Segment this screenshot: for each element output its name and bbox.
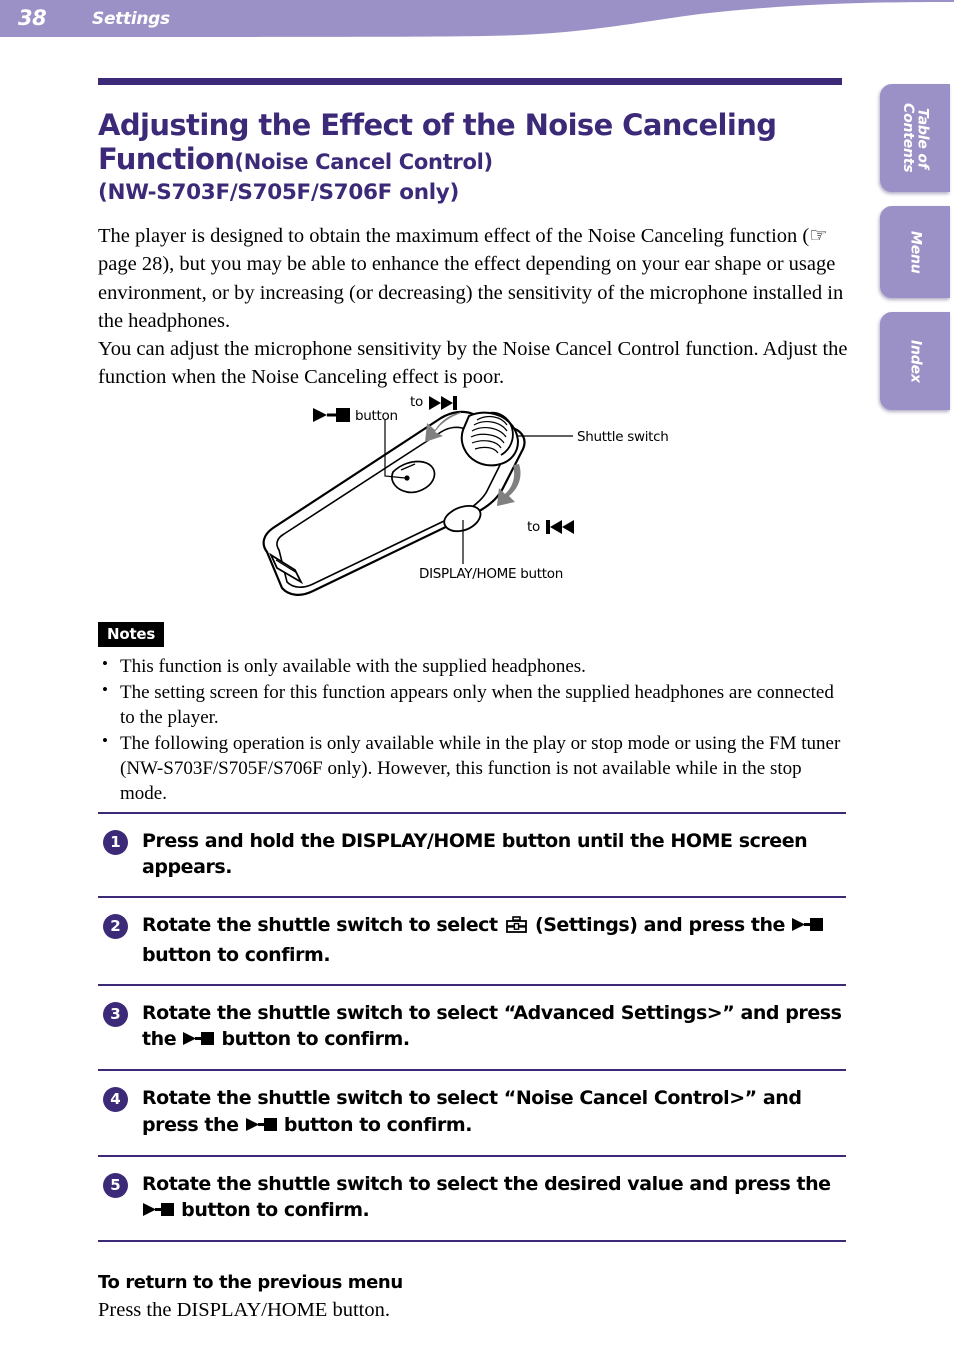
return-body: Press the DISPLAY/HOME button. xyxy=(98,1299,390,1321)
step-text: Rotate the shuttle switch to select “Noi… xyxy=(142,1085,846,1138)
step-text-part: button to confirm. xyxy=(181,1198,370,1221)
figure-label-shuttle-switch: Shuttle switch xyxy=(577,429,669,445)
intro-paragraph-1: The player is designed to obtain the max… xyxy=(98,225,844,332)
play-stop-button-icon xyxy=(183,1027,215,1053)
side-tab-navigation: Table of Contents Menu Index xyxy=(880,84,954,424)
step-number-badge: 1 xyxy=(103,830,128,855)
play-stop-button-icon xyxy=(143,1198,174,1224)
figure-label-to-text: to xyxy=(410,394,423,410)
page-title-line1: Adjusting the Effect of the Noise Cancel… xyxy=(98,108,777,143)
play-stop-button-icon xyxy=(245,1113,277,1139)
notes-badge: Notes xyxy=(98,622,165,647)
settings-toolbox-icon xyxy=(505,915,527,941)
step-row: 2 Rotate the shuttle switch to select (S… xyxy=(98,896,846,983)
side-tab-label: Table of Contents xyxy=(900,103,931,173)
step-text-part: Rotate the shuttle switch to select the … xyxy=(142,1172,831,1195)
step-row: 4 Rotate the shuttle switch to select “N… xyxy=(98,1069,846,1154)
step-row: 3 Rotate the shuttle switch to select “A… xyxy=(98,983,846,1069)
figure-label-play-stop-button: button xyxy=(313,408,398,424)
figure-label-to-text: to xyxy=(527,519,540,535)
step-row: 5 Rotate the shuttle switch to select th… xyxy=(98,1154,846,1243)
step-text: Press and hold the DISPLAY/HOME button u… xyxy=(142,828,846,880)
step-number-badge: 2 xyxy=(103,914,128,940)
step-number-badge: 5 xyxy=(103,1172,128,1198)
play-stop-button-icon xyxy=(792,913,824,939)
note-item: The setting screen for this function app… xyxy=(98,679,850,730)
side-tab-label: Index xyxy=(907,339,924,383)
step-row: 1 Press and hold the DISPLAY/HOME button… xyxy=(98,812,846,896)
step-text-part: button to confirm. xyxy=(142,943,331,966)
title-rule-divider xyxy=(98,78,842,85)
figure-label-to-rewind: to xyxy=(527,519,574,535)
section-title: Settings xyxy=(92,9,170,29)
step-text-part: (Settings) and press the xyxy=(534,914,785,937)
numbered-steps: 1 Press and hold the DISPLAY/HOME button… xyxy=(98,812,846,1243)
page-title-model: (NW-S703F/S705F/S706F only) xyxy=(98,180,460,206)
figure-label-to-forward: to xyxy=(410,394,457,410)
page-title-line2-main: Function xyxy=(98,142,235,177)
device-diagram: button to to Shuttle switch DISPLAY/HOME… xyxy=(255,392,705,617)
intro-text: The player is designed to obtain the max… xyxy=(98,222,850,392)
page-title-line2-sub: (Noise Cancel Control) xyxy=(234,150,493,175)
page-header: 38 Settings xyxy=(0,0,954,48)
side-tab-table-of-contents[interactable]: Table of Contents xyxy=(880,84,950,192)
step-number-badge: 4 xyxy=(103,1087,128,1113)
step-text: Rotate the shuttle switch to select (Set… xyxy=(142,912,846,967)
intro-paragraph-2: You can adjust the microphone sensitivit… xyxy=(98,338,848,389)
figure-label-display-home-button: DISPLAY/HOME button xyxy=(419,566,563,582)
side-tab-index[interactable]: Index xyxy=(880,312,950,410)
step-text: Rotate the shuttle switch to select “Adv… xyxy=(142,1000,846,1053)
step-text-part: button to confirm. xyxy=(283,1113,473,1136)
note-item: This function is only available with the… xyxy=(98,653,850,679)
return-to-previous-menu-section: To return to the previous menu Press the… xyxy=(98,1272,850,1324)
notes-list: This function is only available with the… xyxy=(98,653,850,806)
page-number: 38 xyxy=(18,6,47,30)
step-number-badge: 3 xyxy=(103,1001,128,1027)
device-illustration-svg: button to to Shuttle switch DISPLAY/HOME… xyxy=(262,394,669,596)
side-tab-menu[interactable]: Menu xyxy=(880,206,950,298)
step-text-part: button to confirm. xyxy=(221,1028,411,1051)
step-text-part: Rotate the shuttle switch to select xyxy=(142,914,498,937)
side-tab-label: Menu xyxy=(907,230,924,274)
return-heading: To return to the previous menu xyxy=(98,1272,403,1293)
step-text-part: Press and hold the DISPLAY/HOME button u… xyxy=(142,830,808,879)
figure-label-text: button xyxy=(355,408,398,424)
step-text: Rotate the shuttle switch to select the … xyxy=(142,1171,846,1224)
page-title: Adjusting the Effect of the Noise Cancel… xyxy=(98,108,858,206)
note-item: The following operation is only availabl… xyxy=(98,730,850,806)
notes-block: Notes This function is only available wi… xyxy=(98,622,850,807)
